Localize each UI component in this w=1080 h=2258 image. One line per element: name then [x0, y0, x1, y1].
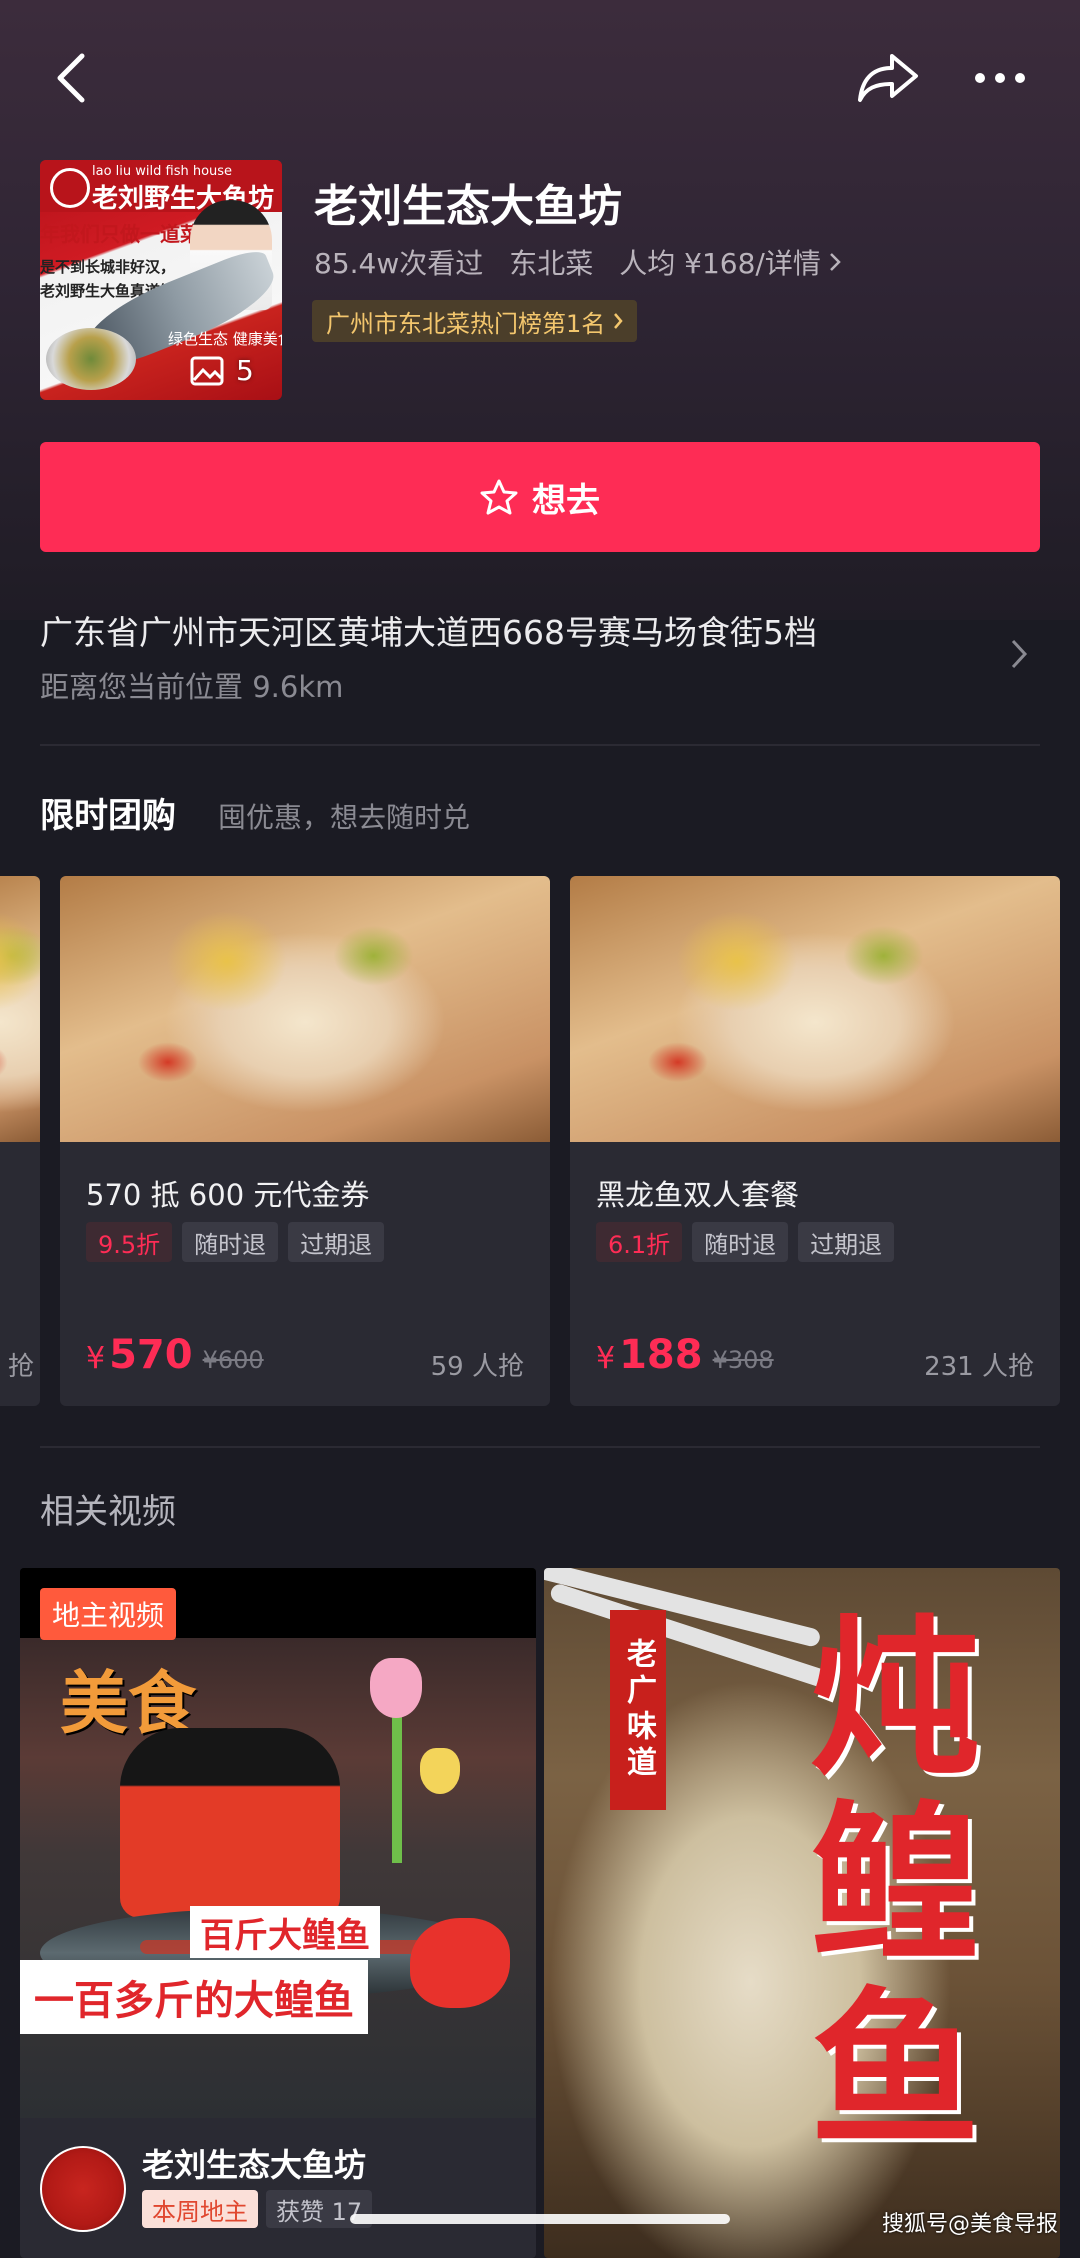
deal-image: [0, 876, 40, 1142]
related-videos-title: 相关视频: [40, 1492, 176, 1532]
star-outline-icon: [480, 479, 518, 515]
deal-price: 188: [619, 1332, 703, 1378]
deal-price-row: ¥ 188 ¥308: [596, 1332, 774, 1378]
cover-logo-en: lao liu wild fish house: [92, 164, 233, 179]
cover-line-1: 年我们只做一道菜: [40, 222, 200, 246]
want-to-go-button[interactable]: 想去: [40, 442, 1040, 552]
more-button[interactable]: [960, 46, 1040, 110]
refund-anytime-tag: 随时退: [182, 1222, 279, 1262]
group-buy-subtitle: 囤优惠，想去随时兑: [218, 801, 471, 834]
chevron-right-icon: [614, 313, 623, 329]
deal-sold: 抢: [7, 1352, 34, 1382]
rank-badge[interactable]: 广州市东北菜热门榜第1名: [312, 300, 638, 342]
video-caption-1: 百斤大鳇鱼: [190, 1906, 380, 1958]
video-person: [120, 1728, 340, 1918]
chevron-right-icon: [1011, 639, 1028, 669]
price-currency: ¥: [596, 1341, 616, 1376]
deal-sold: 59 人抢: [430, 1352, 524, 1382]
deal-price-row: ¥ 570 ¥600: [86, 1332, 264, 1378]
section-divider: [40, 744, 1040, 746]
deal-card-peek[interactable]: 抢: [0, 876, 40, 1406]
chevron-right-icon: [829, 253, 841, 271]
video-big-title: 炖鳇鱼: [780, 1608, 978, 2166]
author-badges: 本周地主 获赞 17: [142, 2190, 373, 2228]
deal-image: [60, 876, 550, 1142]
video-author: 老刘生态大鱼坊: [142, 2146, 367, 2184]
video-card[interactable]: 老广味道 炖鳇鱼: [544, 1568, 1060, 2258]
expired-refund-tag: 过期退: [288, 1222, 385, 1262]
rank-badge-label: 广州市东北菜热门榜第1名: [326, 309, 606, 338]
image-count: 5: [190, 354, 254, 387]
back-button[interactable]: [40, 46, 100, 110]
video-card[interactable]: 美食 百斤大鳇鱼 一百多斤的大鳇鱼 地主视频 老刘生态大鱼坊 本周地主 获赞 1…: [20, 1568, 536, 2258]
home-indicator[interactable]: [350, 2214, 730, 2224]
cover-line-2: 是不到长城非好汉，: [40, 258, 176, 276]
group-buy-title: 限时团购: [40, 796, 176, 836]
price-currency: ¥: [86, 1341, 106, 1376]
cover-line-4: 绿色生态 健康美食: [168, 330, 282, 348]
flower-stem: [392, 1713, 402, 1863]
view-count: 85.4w次看过: [314, 247, 484, 280]
flower-sticker: [370, 1658, 422, 1718]
weekly-owner-badge: 本周地主: [142, 2190, 258, 2228]
deal-tags: 9.5折 随时退 过期退: [86, 1222, 385, 1262]
deal-tags: 6.1折 随时退 过期退: [596, 1222, 895, 1262]
watermark: 搜狐号@美食导报: [882, 2212, 1059, 2237]
store-distance: 距离您当前位置 9.6km: [40, 670, 344, 704]
deal-price: 570: [109, 1332, 193, 1378]
local-video-label: 地主视频: [40, 1588, 177, 1640]
avatar[interactable]: [40, 2146, 126, 2232]
deal-sold: 231 人抢: [924, 1352, 1034, 1382]
expired-refund-tag: 过期退: [798, 1222, 895, 1262]
store-cover-image[interactable]: lao liu wild fish house 老刘野生大鱼坊 年我们只做一道菜…: [40, 160, 282, 400]
deal-card[interactable]: 黑龙鱼双人套餐 6.1折 随时退 过期退 ¥ 188 ¥308 231 人抢: [570, 876, 1060, 1406]
store-name: 老刘生态大鱼坊: [314, 181, 622, 232]
more-dots-icon: [975, 73, 1025, 83]
video-caption-2: 一百多斤的大鳇鱼: [20, 1960, 368, 2034]
section-divider: [40, 1446, 1040, 1448]
video-stamp: 老广味道: [610, 1610, 666, 1810]
share-button[interactable]: [846, 40, 930, 116]
address-chevron[interactable]: [1010, 638, 1028, 674]
original-price: ¥600: [202, 1346, 264, 1374]
goldfish-sticker: [410, 1918, 510, 2008]
cover-dish: [46, 328, 136, 390]
cuisine-type: 东北菜: [509, 247, 594, 280]
deal-title: 570 抵 600 元代金券: [86, 1178, 370, 1212]
chevron-left-icon: [57, 53, 85, 103]
avg-price-detail-link[interactable]: 人均 ¥168/详情: [619, 242, 841, 282]
store-address: 广东省广州市天河区黄埔大道西668号赛马场食街5档: [40, 613, 817, 652]
original-price: ¥308: [712, 1346, 774, 1374]
deal-title: 黑龙鱼双人套餐: [596, 1178, 800, 1212]
refund-anytime-tag: 随时退: [692, 1222, 789, 1262]
share-arrow-icon: [858, 54, 918, 102]
store-meta: 85.4w次看过 东北菜 人均 ¥168/详情: [314, 242, 841, 282]
image-gallery-icon: [190, 356, 224, 385]
deal-card[interactable]: 570 抵 600 元代金券 9.5折 随时退 过期退 ¥ 570 ¥600 5…: [60, 876, 550, 1406]
discount-tag: 6.1折: [596, 1222, 683, 1262]
image-count-value: 5: [236, 354, 254, 387]
deal-image: [570, 876, 1060, 1142]
flower-sticker: [420, 1748, 460, 1794]
cover-logo-mark: [50, 168, 90, 208]
avg-price: 人均 ¥168/详情: [619, 247, 821, 280]
discount-tag: 9.5折: [86, 1222, 173, 1262]
want-to-go-label: 想去: [532, 480, 600, 521]
